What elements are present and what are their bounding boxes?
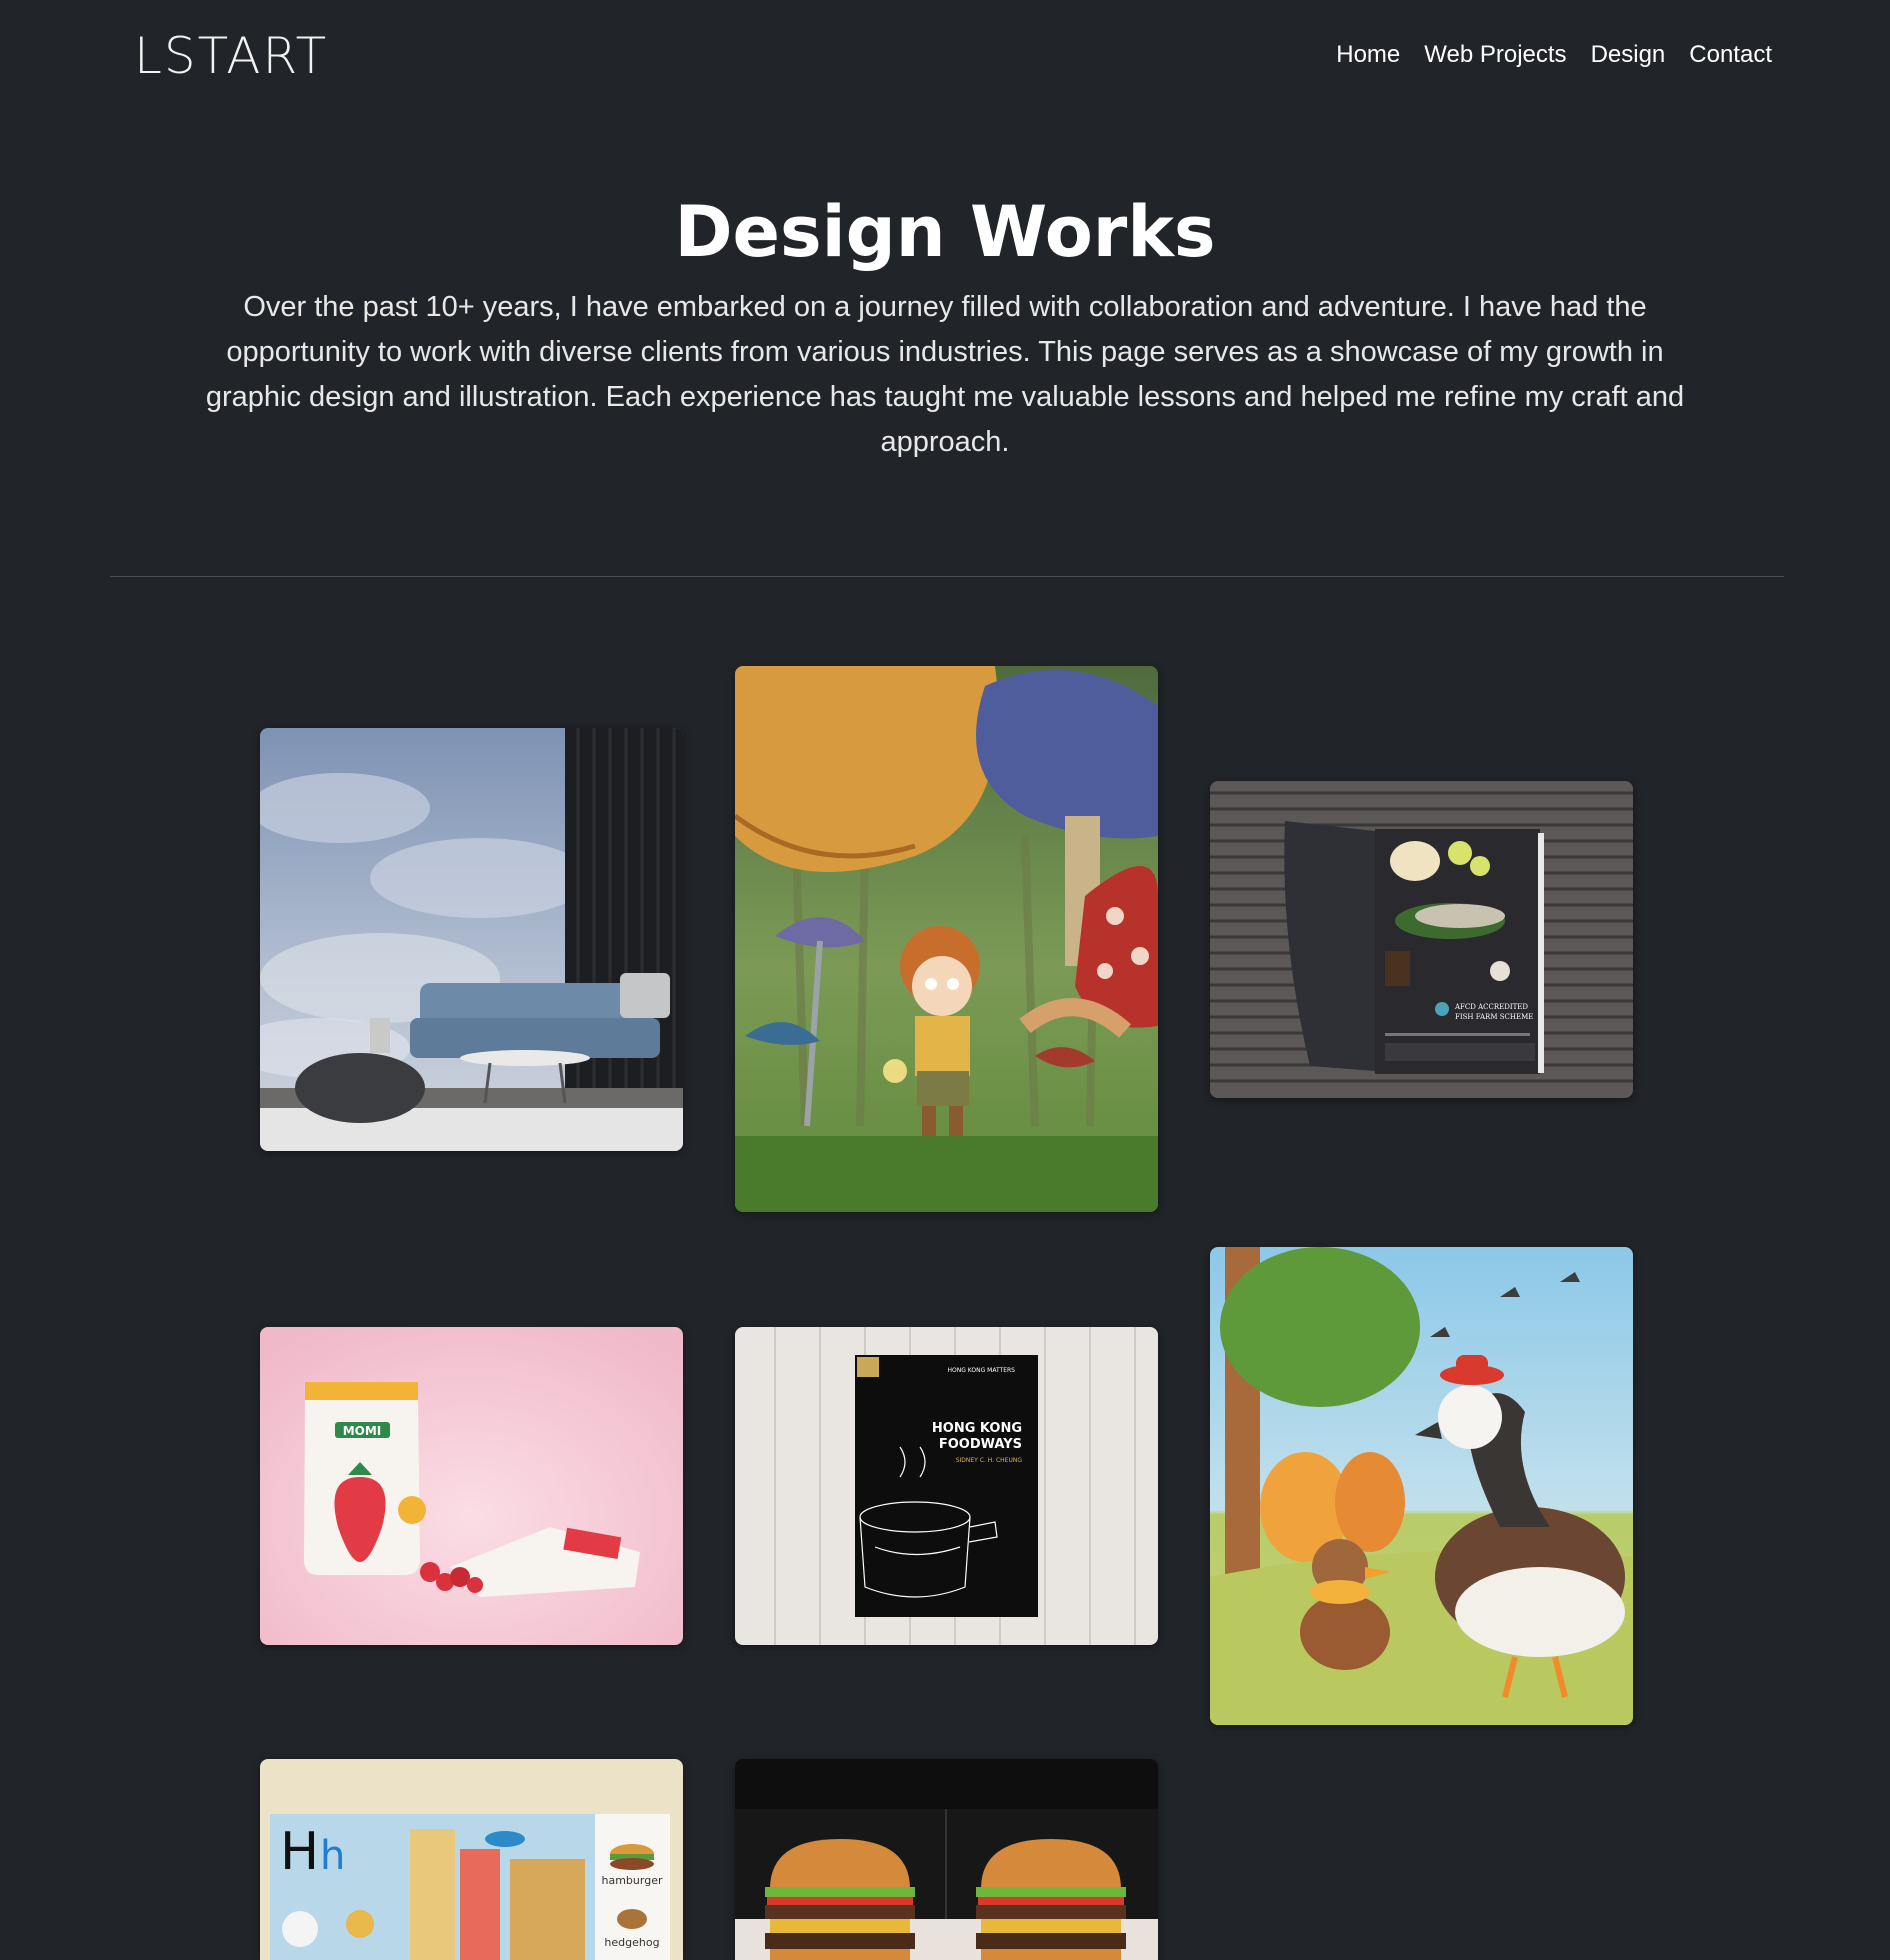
nav-link-web-projects[interactable]: Web Projects (1424, 38, 1566, 72)
gallery-item-momi-packaging[interactable]: MOMI (260, 1327, 683, 1645)
brand-logo[interactable]: LSTART (134, 30, 328, 82)
nav-link-home[interactable]: Home (1336, 38, 1400, 72)
momi-label: MOMI (343, 1424, 382, 1438)
goose-duck-image (1210, 1247, 1633, 1725)
book-title-2: FOODWAYS (939, 1437, 1022, 1452)
gallery-item-alphabet-h[interactable]: H h hamburger hedgehog (260, 1759, 683, 1960)
book-author: SIDNEY C. H. CHEUNG (956, 1457, 1023, 1464)
alphabet-word-1: hamburger (602, 1874, 663, 1887)
foodways-book-image: HONG KONG MATTERS HONG KONG FOODWAYS SID… (735, 1327, 1158, 1645)
gallery-item-mushroom-forest[interactable] (735, 666, 1158, 1212)
gallery-item-cloud-mural[interactable] (260, 728, 683, 1151)
fish-brochure-image: AFCD ACCREDITED FISH FARM SCHEME (1210, 781, 1633, 1098)
page-title: Design Works (674, 191, 1216, 273)
gallery-item-foodways-book[interactable]: HONG KONG MATTERS HONG KONG FOODWAYS SID… (735, 1327, 1158, 1645)
burgers-image (735, 1759, 1158, 1960)
brochure-text-1: AFCD ACCREDITED (1454, 1003, 1528, 1011)
mushroom-forest-image (735, 666, 1158, 1212)
alphabet-lower: h (320, 1833, 345, 1879)
nav-links: Home Web Projects Design Contact (1336, 38, 1772, 72)
gallery-item-goose-duck[interactable] (1210, 1247, 1633, 1725)
book-title-1: HONG KONG (932, 1421, 1022, 1436)
book-series: HONG KONG MATTERS (948, 1367, 1016, 1374)
gallery-item-burgers[interactable] (735, 1759, 1158, 1960)
cloud-mural-image (260, 728, 683, 1151)
alphabet-word-2: hedgehog (604, 1936, 659, 1949)
nav-link-contact[interactable]: Contact (1689, 38, 1772, 72)
momi-packaging-image: MOMI (260, 1327, 683, 1645)
brochure-text-2: FISH FARM SCHEME (1455, 1013, 1533, 1021)
navbar: LSTART Home Web Projects Design Contact (0, 0, 1890, 112)
gallery-item-fish-brochure[interactable]: AFCD ACCREDITED FISH FARM SCHEME (1210, 781, 1633, 1098)
nav-link-design[interactable]: Design (1591, 38, 1666, 72)
alphabet-upper: H (280, 1822, 319, 1882)
page-description: Over the past 10+ years, I have embarked… (205, 291, 1685, 458)
alphabet-h-image: H h hamburger hedgehog (260, 1759, 683, 1960)
section-divider (110, 576, 1784, 577)
